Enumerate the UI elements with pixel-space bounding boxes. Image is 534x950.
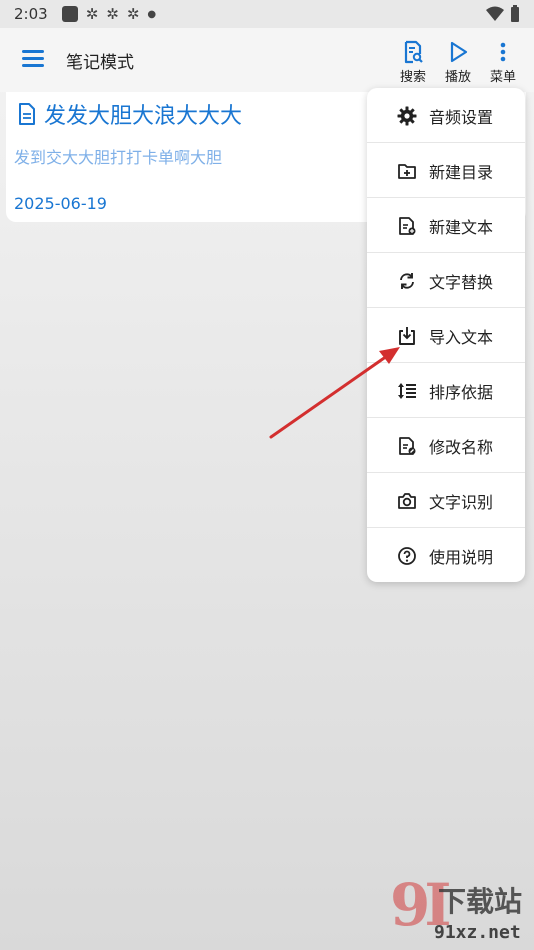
rename-icon <box>397 436 417 456</box>
new-folder-icon <box>397 161 417 181</box>
more-vert-icon <box>500 42 506 62</box>
menu-item-label: 文字识别 <box>429 492 494 512</box>
menu-item-rename[interactable]: 修改名称 <box>367 418 525 473</box>
import-icon <box>397 326 417 346</box>
help-icon <box>397 546 417 566</box>
note-title: 发发大胆大浪大大大 <box>44 104 243 129</box>
notification-aperture-icon: ✲ <box>85 4 99 23</box>
note-preview: 发到交大大胆打打卡单啊大胆 <box>14 148 223 167</box>
menu-item-label: 新建目录 <box>429 162 494 182</box>
note-date: 2025-06-19 <box>14 194 107 213</box>
menu-item-ocr[interactable]: 文字识别 <box>367 473 525 528</box>
search-doc-icon <box>404 40 423 64</box>
overflow-menu: 音频设置 新建目录 新建文本 文字替换 导入文本 排序依据 修改名称 文字识别 … <box>367 88 525 582</box>
menu-item-text-replace[interactable]: 文字替换 <box>367 253 525 308</box>
play-button-label: 播放 <box>444 70 471 85</box>
menu-item-label: 排序依据 <box>429 382 494 402</box>
menu-item-label: 文字替换 <box>429 272 494 292</box>
watermark-logo: 9I 下载站 91xz.net <box>390 876 530 946</box>
search-button[interactable]: 搜索 <box>393 40 433 85</box>
sort-icon <box>397 381 417 401</box>
replace-icon <box>397 271 417 291</box>
menu-item-audio-settings[interactable]: 音频设置 <box>367 88 525 143</box>
menu-item-label: 新建文本 <box>429 217 494 237</box>
notification-app-icon <box>61 6 78 22</box>
menu-button[interactable]: 菜单 <box>483 40 523 85</box>
camera-icon <box>397 491 417 511</box>
menu-item-label: 使用说明 <box>429 547 494 567</box>
menu-item-help[interactable]: 使用说明 <box>367 528 525 583</box>
menu-item-label: 音频设置 <box>429 107 494 127</box>
menu-item-import-text[interactable]: 导入文本 <box>367 308 525 363</box>
app-bar: 笔记模式 搜索 播放 菜单 <box>0 28 534 92</box>
wifi-icon <box>486 6 504 21</box>
more-notifications-icon: ● <box>147 8 157 20</box>
gear-icon <box>397 106 417 126</box>
battery-icon <box>511 5 519 22</box>
watermark-brand: 下载站 <box>438 885 523 918</box>
menu-item-label: 导入文本 <box>429 327 494 347</box>
hamburger-menu-icon[interactable] <box>22 50 44 68</box>
menu-item-new-folder[interactable]: 新建目录 <box>367 143 525 198</box>
document-icon <box>19 103 35 125</box>
status-time: 2:03 <box>14 5 48 23</box>
menu-button-label: 菜单 <box>489 70 516 85</box>
notification-aperture-icon: ✲ <box>106 4 119 23</box>
note-title-row: 发发大胆大浪大大大 <box>18 98 242 130</box>
notification-aperture-icon: ✲ <box>126 4 140 23</box>
menu-item-new-text[interactable]: 新建文本 <box>367 198 525 253</box>
page-title: 笔记模式 <box>66 53 134 73</box>
new-text-icon <box>397 216 417 236</box>
search-button-label: 搜索 <box>399 70 426 85</box>
watermark-url: 91xz.net <box>434 922 521 943</box>
status-bar: 2:03 ✲ ✲ ✲ ● <box>0 0 534 28</box>
menu-item-sort-by[interactable]: 排序依据 <box>367 363 525 418</box>
play-button[interactable]: 播放 <box>438 40 478 85</box>
play-icon <box>450 41 468 63</box>
menu-item-label: 修改名称 <box>429 437 494 457</box>
